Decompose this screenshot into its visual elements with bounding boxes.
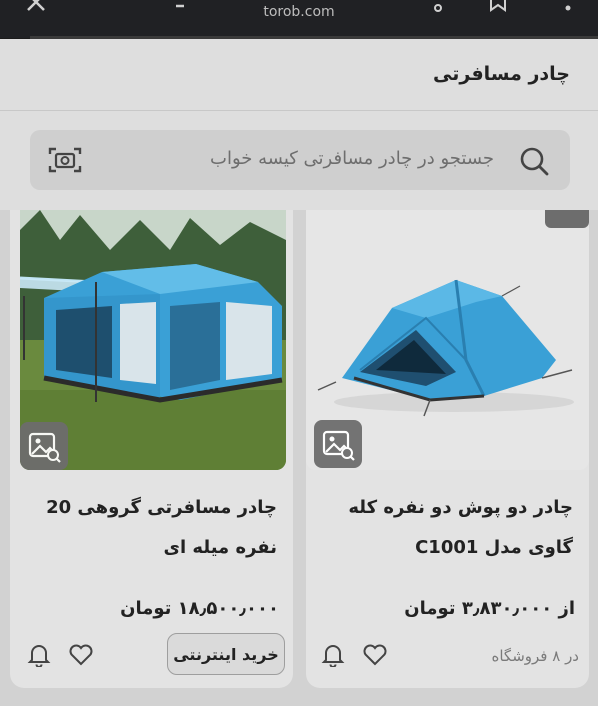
- bookmark-icon[interactable]: [486, 0, 510, 14]
- product-listing: چادر دو پوش دو نفره کله گاوی مدل C1001 ا…: [0, 210, 598, 706]
- search-icon[interactable]: [518, 145, 550, 177]
- image-gallery-icon[interactable]: [314, 420, 362, 468]
- bell-icon[interactable]: [320, 643, 346, 667]
- search-area: جستجو در چادر مسافرتی کیسه خواب: [0, 111, 598, 210]
- product-price: ۱۸٫۵۰۰٫۰۰۰ تومان: [120, 598, 279, 619]
- page-header: چادر مسافرتی: [0, 39, 598, 111]
- buy-online-button[interactable]: خرید اینترنتی: [167, 633, 285, 675]
- product-image[interactable]: [306, 210, 589, 470]
- store-count: در ۸ فروشگاه: [491, 647, 579, 665]
- camera-search-icon[interactable]: [48, 146, 82, 174]
- browser-toolbar: torob.com: [0, 0, 598, 39]
- bell-icon[interactable]: [26, 643, 52, 667]
- image-count-badge: [545, 210, 589, 228]
- image-gallery-icon[interactable]: [20, 422, 68, 470]
- search-placeholder: جستجو در چادر مسافرتی کیسه خواب: [210, 148, 494, 169]
- product-card[interactable]: چادر دو پوش دو نفره کله گاوی مدل C1001 ا…: [306, 210, 589, 688]
- heart-icon[interactable]: [362, 643, 388, 667]
- product-image[interactable]: [20, 210, 286, 470]
- search-input[interactable]: جستجو در چادر مسافرتی کیسه خواب: [30, 130, 570, 190]
- heart-icon[interactable]: [68, 643, 94, 667]
- share-icon[interactable]: [420, 0, 444, 14]
- page-title: چادر مسافرتی: [433, 63, 570, 85]
- more-menu-icon[interactable]: [556, 0, 580, 14]
- product-title[interactable]: چادر مسافرتی گروهی 20 نفره میله ای: [25, 488, 277, 568]
- product-title[interactable]: چادر دو پوش دو نفره کله گاوی مدل C1001: [321, 488, 573, 568]
- product-card[interactable]: چادر مسافرتی گروهی 20 نفره میله ای ۱۸٫۵۰…: [10, 210, 293, 688]
- product-price: از ۳٫۸۳۰٫۰۰۰ تومان: [404, 598, 575, 619]
